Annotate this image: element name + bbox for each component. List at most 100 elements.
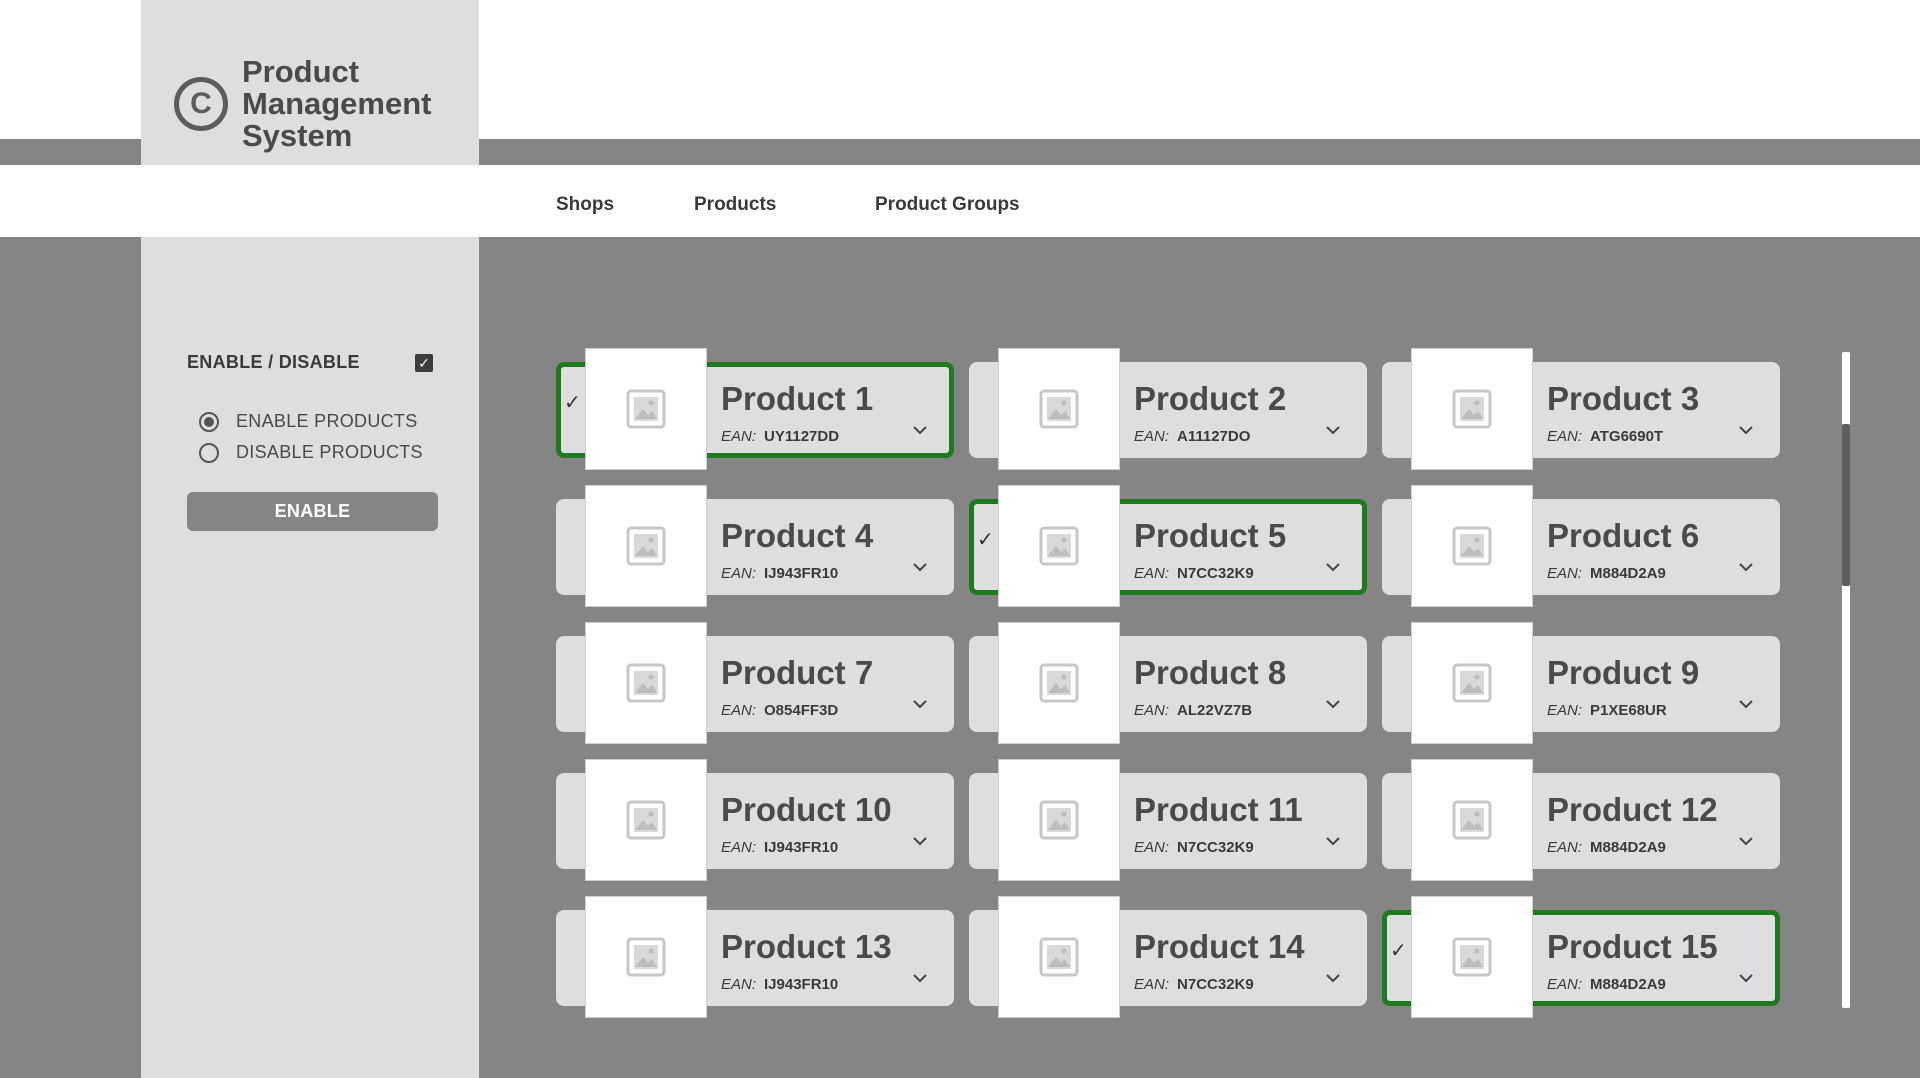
product-card[interactable]: Product 2 EAN: A11127DO [969, 349, 1367, 469]
radio-label: ENABLE PRODUCTS [236, 411, 418, 431]
product-card[interactable]: Product 7 EAN: O854FF3D [556, 623, 954, 743]
product-card[interactable]: Product 13 EAN: IJ943FR10 [556, 897, 954, 1017]
product-card[interactable]: Product 4 EAN: IJ943FR10 [556, 486, 954, 606]
ean-value: AL22VZ7B [1177, 702, 1253, 719]
product-card[interactable]: ✓ Product 5 EAN: N7CC32K9 [969, 486, 1367, 606]
product-name: Product 14 [1134, 928, 1305, 965]
product-ean: EAN: M884D2A9 [1547, 565, 1666, 582]
product-card[interactable]: Product 6 EAN: M884D2A9 [1382, 486, 1780, 606]
ean-value: M884D2A9 [1590, 839, 1666, 856]
ean-value: N7CC32K9 [1177, 976, 1254, 993]
chevron-down-icon[interactable] [912, 422, 928, 438]
ean-label: EAN: [1134, 702, 1170, 719]
product-ean: EAN: N7CC32K9 [1134, 565, 1254, 582]
product-ean: EAN: P1XE68UR [1547, 702, 1667, 719]
ean-value: IJ943FR10 [764, 565, 839, 582]
chevron-down-icon[interactable] [912, 696, 928, 712]
ean-label: EAN: [1134, 428, 1170, 445]
product-name: Product 13 [721, 928, 892, 965]
radio-button-checked[interactable] [199, 411, 219, 432]
product-card[interactable]: Product 10 EAN: IJ943FR10 [556, 760, 954, 880]
ean-label: EAN: [1547, 976, 1583, 993]
app-logo: C Product Management System [174, 56, 452, 152]
product-ean: EAN: AL22VZ7B [1134, 702, 1252, 719]
radio-disable-products[interactable]: DISABLE PRODUCTS [199, 442, 423, 463]
ean-label: EAN: [1134, 976, 1170, 993]
image-placeholder-icon [999, 486, 1119, 606]
ean-label: EAN: [1547, 702, 1583, 719]
product-name: Product 15 [1547, 928, 1718, 965]
ean-label: EAN: [1134, 839, 1170, 856]
chevron-down-icon[interactable] [1325, 559, 1341, 575]
product-ean: EAN: IJ943FR10 [721, 839, 838, 856]
ean-value: IJ943FR10 [764, 976, 839, 993]
chevron-down-icon[interactable] [1738, 833, 1754, 849]
ean-value: N7CC32K9 [1177, 839, 1254, 856]
chevron-down-icon[interactable] [1325, 696, 1341, 712]
scrollbar-thumb[interactable] [1842, 424, 1850, 586]
ean-label: EAN: [721, 428, 757, 445]
product-card[interactable]: Product 14 EAN: N7CC32K9 [969, 897, 1367, 1017]
nav-shops[interactable]: Shops [556, 194, 614, 216]
ean-label: EAN: [1547, 428, 1583, 445]
chevron-down-icon[interactable] [912, 970, 928, 986]
product-card[interactable]: Product 3 EAN: ATG6690T [1382, 349, 1780, 469]
chevron-down-icon[interactable] [1738, 559, 1754, 575]
radio-enable-products[interactable]: ENABLE PRODUCTS [199, 411, 418, 432]
product-ean: EAN: N7CC32K9 [1134, 976, 1254, 993]
toggle-label: ENABLE / DISABLE [187, 352, 360, 372]
image-placeholder-icon [586, 897, 706, 1017]
chevron-down-icon[interactable] [1325, 833, 1341, 849]
image-placeholder-icon [1412, 897, 1532, 1017]
ean-value: N7CC32K9 [1177, 565, 1254, 582]
image-placeholder-icon [999, 760, 1119, 880]
chevron-down-icon[interactable] [912, 559, 928, 575]
product-ean: EAN: M884D2A9 [1547, 839, 1666, 856]
nav-product-groups[interactable]: Product Groups [875, 194, 1020, 216]
image-placeholder-icon [586, 623, 706, 743]
radio-button[interactable] [199, 442, 219, 463]
ean-label: EAN: [721, 565, 757, 582]
ean-value: A11127DO [1177, 428, 1251, 445]
product-name: Product 2 [1134, 380, 1287, 417]
chevron-down-icon[interactable] [1325, 970, 1341, 986]
product-ean: EAN: M884D2A9 [1547, 976, 1666, 993]
product-name: Product 10 [721, 791, 892, 828]
product-ean: EAN: A11127DO [1134, 428, 1250, 445]
product-name: Product 11 [1134, 791, 1303, 828]
ean-label: EAN: [1547, 839, 1583, 856]
image-placeholder-icon [586, 486, 706, 606]
product-card[interactable]: Product 11 EAN: N7CC32K9 [969, 760, 1367, 880]
product-name: Product 9 [1547, 654, 1700, 691]
product-card[interactable]: ✓ Product 15 EAN: M884D2A9 [1382, 897, 1780, 1017]
product-card[interactable]: Product 12 EAN: M884D2A9 [1382, 760, 1780, 880]
image-placeholder-icon [1412, 623, 1532, 743]
chevron-down-icon[interactable] [912, 833, 928, 849]
ean-value: M884D2A9 [1590, 565, 1666, 582]
image-placeholder-icon [999, 623, 1119, 743]
image-placeholder-icon [586, 349, 706, 469]
product-card[interactable]: Product 9 EAN: P1XE68UR [1382, 623, 1780, 743]
ean-label: EAN: [721, 839, 757, 856]
image-placeholder-icon [586, 760, 706, 880]
enable-button[interactable]: ENABLE [187, 492, 438, 531]
enable-disable-checkbox[interactable]: ✓ [415, 353, 433, 372]
product-name: Product 5 [1134, 517, 1287, 554]
checkmark-icon: ✓ [977, 529, 994, 551]
product-name: Product 3 [1547, 380, 1700, 417]
chevron-down-icon[interactable] [1738, 696, 1754, 712]
chevron-down-icon[interactable] [1738, 422, 1754, 438]
checkmark-icon: ✓ [564, 392, 581, 414]
nav-products[interactable]: Products [694, 194, 776, 216]
chevron-down-icon[interactable] [1738, 970, 1754, 986]
product-ean: EAN: IJ943FR10 [721, 565, 838, 582]
ean-value: UY1127DD [764, 428, 840, 445]
product-card[interactable]: Product 8 EAN: AL22VZ7B [969, 623, 1367, 743]
copyright-icon: C [174, 77, 228, 131]
image-placeholder-icon [1412, 760, 1532, 880]
app-title: Product Management System [242, 54, 432, 153]
product-card[interactable]: ✓ Product 1 EAN: UY1127DD [556, 349, 954, 469]
product-ean: EAN: IJ943FR10 [721, 976, 838, 993]
chevron-down-icon[interactable] [1325, 422, 1341, 438]
ean-label: EAN: [721, 702, 757, 719]
